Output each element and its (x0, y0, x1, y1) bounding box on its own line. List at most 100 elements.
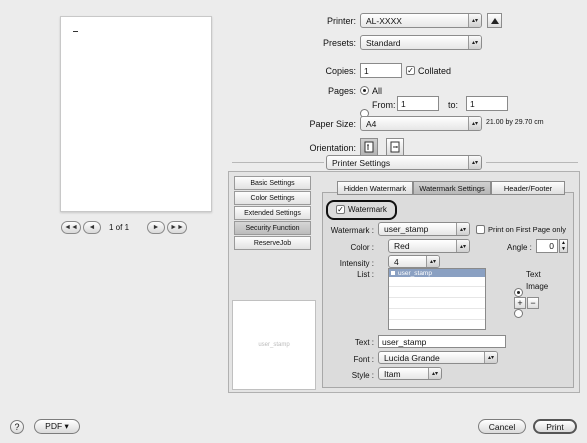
preview-content-mark (73, 31, 78, 32)
pages-to-field[interactable]: 1 (466, 96, 508, 111)
plus-icon: + (517, 297, 523, 308)
landscape-icon (390, 141, 400, 153)
print-button[interactable]: Print (533, 419, 577, 434)
sidebar-item-label: Security Function (245, 224, 300, 232)
font-popup[interactable]: Lucida Grande ▴▾ (378, 351, 498, 364)
pages-from-field[interactable]: 1 (397, 96, 439, 111)
tab-label: Watermark Settings (419, 183, 485, 193)
list-item-icon (391, 271, 395, 275)
color-label: Color : (350, 243, 374, 252)
pages-to-label: to: (448, 100, 459, 110)
popup-arrows-icon: ▴▾ (468, 156, 481, 169)
cancel-button-label: Cancel (488, 421, 516, 432)
printer-popup[interactable]: AL-XXXX ▴▾ (360, 13, 482, 28)
tab-label: Header/Footer (503, 183, 553, 193)
image-radio[interactable] (514, 309, 523, 318)
sidebar-item-security-function[interactable]: Security Function (234, 221, 311, 235)
tab-header-footer[interactable]: Header/Footer (491, 181, 565, 195)
help-icon: ? (14, 422, 20, 432)
last-page-button[interactable]: ►► (167, 221, 187, 234)
first-page-glyph: ◄◄ (64, 224, 78, 231)
collated-checkbox[interactable]: ✓ (406, 66, 415, 75)
intensity-value: 4 (394, 256, 399, 267)
text-field[interactable]: user_stamp (378, 335, 506, 348)
tab-watermark-settings[interactable]: Watermark Settings (413, 181, 491, 195)
color-popup[interactable]: Red ▴▾ (388, 239, 470, 253)
copies-field[interactable]: 1 (360, 63, 402, 78)
minus-icon: − (530, 297, 536, 308)
section-popup-value: Printer Settings (332, 157, 391, 168)
next-page-button[interactable]: ► (147, 221, 165, 234)
popup-arrows-icon: ▴▾ (468, 117, 481, 130)
list-divider (389, 297, 485, 298)
tab-hidden-watermark[interactable]: Hidden Watermark (337, 181, 413, 195)
orientation-label: Orientation: (309, 143, 356, 153)
watermark-list[interactable] (388, 268, 486, 330)
sidebar-item-reservejob[interactable]: ReserveJob (234, 236, 311, 250)
printer-label: Printer: (326, 16, 356, 26)
sidebar-item-label: Extended Settings (244, 209, 301, 217)
style-label: Style : (351, 371, 374, 380)
add-watermark-button[interactable]: + (514, 297, 526, 309)
watermark-checkbox[interactable]: ✓ (336, 205, 345, 214)
pages-all-label: All (372, 86, 383, 96)
orientation-portrait-button[interactable] (360, 138, 378, 156)
popup-arrows-icon: ▴▾ (456, 240, 469, 252)
image-radio-label: Image (526, 282, 549, 291)
pdf-button[interactable]: PDF ▾ (34, 419, 80, 434)
triangle-up-icon (490, 17, 499, 24)
help-button[interactable]: ? (10, 420, 24, 434)
watermark-preview: user_stamp (232, 300, 316, 390)
watermark-popup[interactable]: user_stamp ▴▾ (378, 222, 470, 236)
font-label: Font : (353, 355, 374, 364)
list-item[interactable]: user_stamp (389, 269, 485, 277)
sidebar-item-extended-settings[interactable]: Extended Settings (234, 206, 311, 220)
sidebar-item-color-settings[interactable]: Color Settings (234, 191, 311, 205)
text-radio-label: Text (526, 270, 541, 279)
text-radio[interactable] (514, 288, 523, 297)
prev-page-glyph: ◄ (88, 224, 96, 231)
first-page-button[interactable]: ◄◄ (61, 221, 81, 234)
popup-arrows-icon: ▴▾ (428, 368, 441, 379)
color-value: Red (394, 241, 410, 251)
list-item-label: user_stamp (398, 269, 432, 277)
list-divider (389, 308, 485, 309)
last-page-glyph: ►► (170, 224, 184, 231)
watermark-enable-label: Watermark (348, 205, 387, 214)
angle-field[interactable]: 0 (536, 239, 558, 253)
popup-arrows-icon: ▴▾ (468, 36, 481, 49)
first-page-only-checkbox[interactable] (476, 225, 485, 234)
pages-all-radio[interactable] (360, 86, 369, 95)
popup-arrows-icon: ▴▾ (468, 14, 481, 27)
watermark-select-label: Watermark : (330, 226, 374, 235)
list-label: List : (357, 270, 374, 279)
printer-value: AL-XXXX (366, 15, 402, 26)
prev-page-button[interactable]: ◄ (83, 221, 101, 234)
presets-popup[interactable]: Standard ▴▾ (360, 35, 482, 50)
section-popup[interactable]: Printer Settings ▴▾ (326, 155, 482, 170)
popup-arrows-icon: ▴▾ (456, 223, 469, 235)
presets-label: Presets: (322, 38, 356, 48)
sidebar-item-label: Color Settings (250, 194, 295, 202)
intensity-popup[interactable]: 4 ▴▾ (388, 255, 440, 268)
font-value: Lucida Grande (384, 352, 440, 363)
sidebar-item-label: ReserveJob (253, 239, 292, 247)
print-preview (60, 16, 212, 212)
print-button-label: Print (546, 421, 564, 432)
text-label: Text : (354, 338, 374, 347)
paper-size-value: A4 (366, 118, 377, 129)
sidebar-item-basic-settings[interactable]: Basic Settings (234, 176, 311, 190)
angle-stepper[interactable]: ▲ ▼ (559, 239, 568, 253)
cancel-button[interactable]: Cancel (478, 419, 526, 434)
angle-label: Angle : (507, 243, 532, 252)
list-divider (389, 286, 485, 287)
orientation-landscape-button[interactable] (386, 138, 404, 156)
remove-watermark-button[interactable]: − (527, 297, 539, 309)
disclosure-button[interactable] (487, 13, 502, 28)
watermark-preview-text: user_stamp (258, 342, 290, 348)
paper-size-popup[interactable]: A4 ▴▾ (360, 116, 482, 131)
collated-label: Collated (418, 66, 452, 76)
style-popup[interactable]: Itam ▴▾ (378, 367, 442, 380)
paper-size-label: Paper Size: (309, 119, 356, 129)
popup-arrows-icon: ▴▾ (426, 256, 439, 267)
